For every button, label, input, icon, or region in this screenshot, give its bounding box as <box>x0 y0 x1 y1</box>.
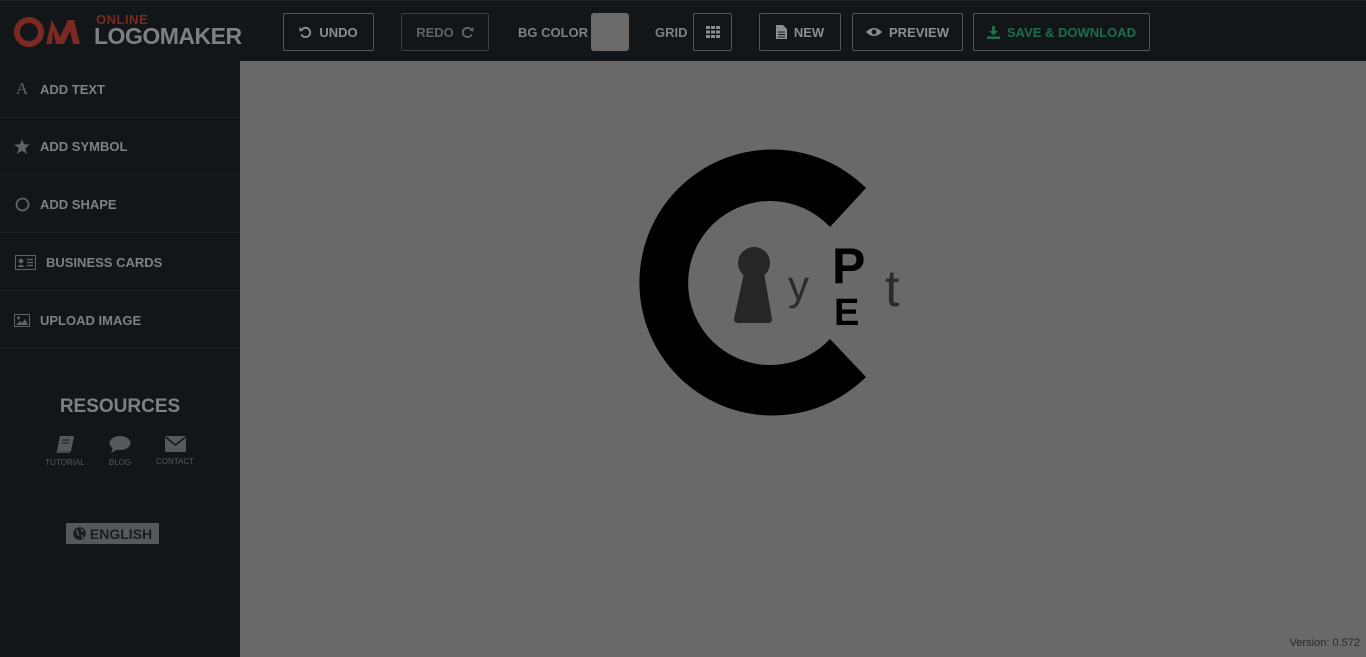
envelope-icon <box>164 436 186 452</box>
comment-icon <box>109 436 131 453</box>
sidebar-item-label: BUSINESS CARDS <box>46 254 163 270</box>
resource-link-tutorial[interactable]: TUTORIAL <box>40 436 90 467</box>
logo-design[interactable]: y P E t <box>240 61 1366 657</box>
redo-icon <box>461 26 474 39</box>
om-logo-mark-icon <box>14 17 80 47</box>
resources-heading: RESOURCES <box>59 396 181 417</box>
logo-logomaker-text: LOGOMAKER <box>94 23 242 49</box>
resource-link-blog[interactable]: BLOG <box>95 436 145 467</box>
undo-icon <box>299 26 312 39</box>
language-label: ENGLISH <box>89 525 153 542</box>
new-button[interactable]: NEW <box>759 13 841 51</box>
sidebar-item-upload-image[interactable]: UPLOAD IMAGE <box>0 292 240 349</box>
sidebar-item-business-cards[interactable]: BUSINESS CARDS <box>0 234 240 291</box>
bg-color-label: BG COLOR <box>518 25 589 40</box>
circle-icon <box>14 197 30 212</box>
undo-label: UNDO <box>319 24 358 40</box>
eye-icon <box>866 27 883 37</box>
resource-label: CONTACT <box>155 457 195 466</box>
top-toolbar: ONLINE LOGOMAKER UNDO REDO BG COLOR GRID… <box>0 0 1366 61</box>
text-icon: A <box>15 79 29 98</box>
sidebar-item-label: UPLOAD IMAGE <box>40 312 142 328</box>
download-icon <box>986 25 1000 39</box>
redo-button[interactable]: REDO <box>401 13 489 51</box>
star-icon <box>14 138 30 154</box>
online-logomaker-logo[interactable]: ONLINE LOGOMAKER <box>14 12 244 52</box>
file-icon <box>775 25 787 39</box>
bg-color-swatch[interactable] <box>591 13 629 51</box>
new-label: NEW <box>793 24 825 40</box>
sidebar-item-label: ADD SYMBOL <box>40 138 128 154</box>
sidebar-item-add-shape[interactable]: ADD SHAPE <box>0 176 240 233</box>
logo-letter-t[interactable]: t <box>885 260 900 318</box>
preview-label: PREVIEW <box>889 24 949 40</box>
preview-button[interactable]: PREVIEW <box>852 13 963 51</box>
undo-button[interactable]: UNDO <box>283 13 374 51</box>
design-canvas[interactable]: y P E t Version: 0.572 <box>240 61 1366 657</box>
grid-icon <box>705 26 720 38</box>
resource-label: BLOG <box>108 458 132 467</box>
resource-link-contact[interactable]: CONTACT <box>150 436 200 466</box>
version-text: Version: 0.572 <box>1289 637 1360 649</box>
logo-letter-y[interactable]: y <box>788 262 809 309</box>
book-icon <box>56 436 74 453</box>
grid-toggle-button[interactable] <box>693 13 732 51</box>
id-card-icon <box>14 254 36 270</box>
sidebar-item-add-text[interactable]: A ADD TEXT <box>0 61 240 118</box>
sidebar-item-label: ADD TEXT <box>40 81 105 97</box>
resource-label: TUTORIAL <box>45 458 85 467</box>
keyhole-icon[interactable] <box>734 247 772 323</box>
language-selector[interactable]: ENGLISH <box>66 523 159 544</box>
image-icon <box>14 313 30 327</box>
save-download-label: SAVE & DOWNLOAD <box>1006 24 1137 40</box>
sidebar-item-label: ADD SHAPE <box>40 196 117 212</box>
logo-letter-e[interactable]: E <box>834 292 859 334</box>
left-sidebar: A ADD TEXT ADD SYMBOL ADD SHAPE BUSINESS… <box>0 61 240 657</box>
logo-letter-p[interactable]: P <box>832 238 865 294</box>
sidebar-item-add-symbol[interactable]: ADD SYMBOL <box>0 118 240 175</box>
redo-label: REDO <box>416 24 454 40</box>
globe-icon <box>73 527 86 540</box>
grid-label: GRID <box>655 25 688 40</box>
save-download-button[interactable]: SAVE & DOWNLOAD <box>973 13 1150 51</box>
